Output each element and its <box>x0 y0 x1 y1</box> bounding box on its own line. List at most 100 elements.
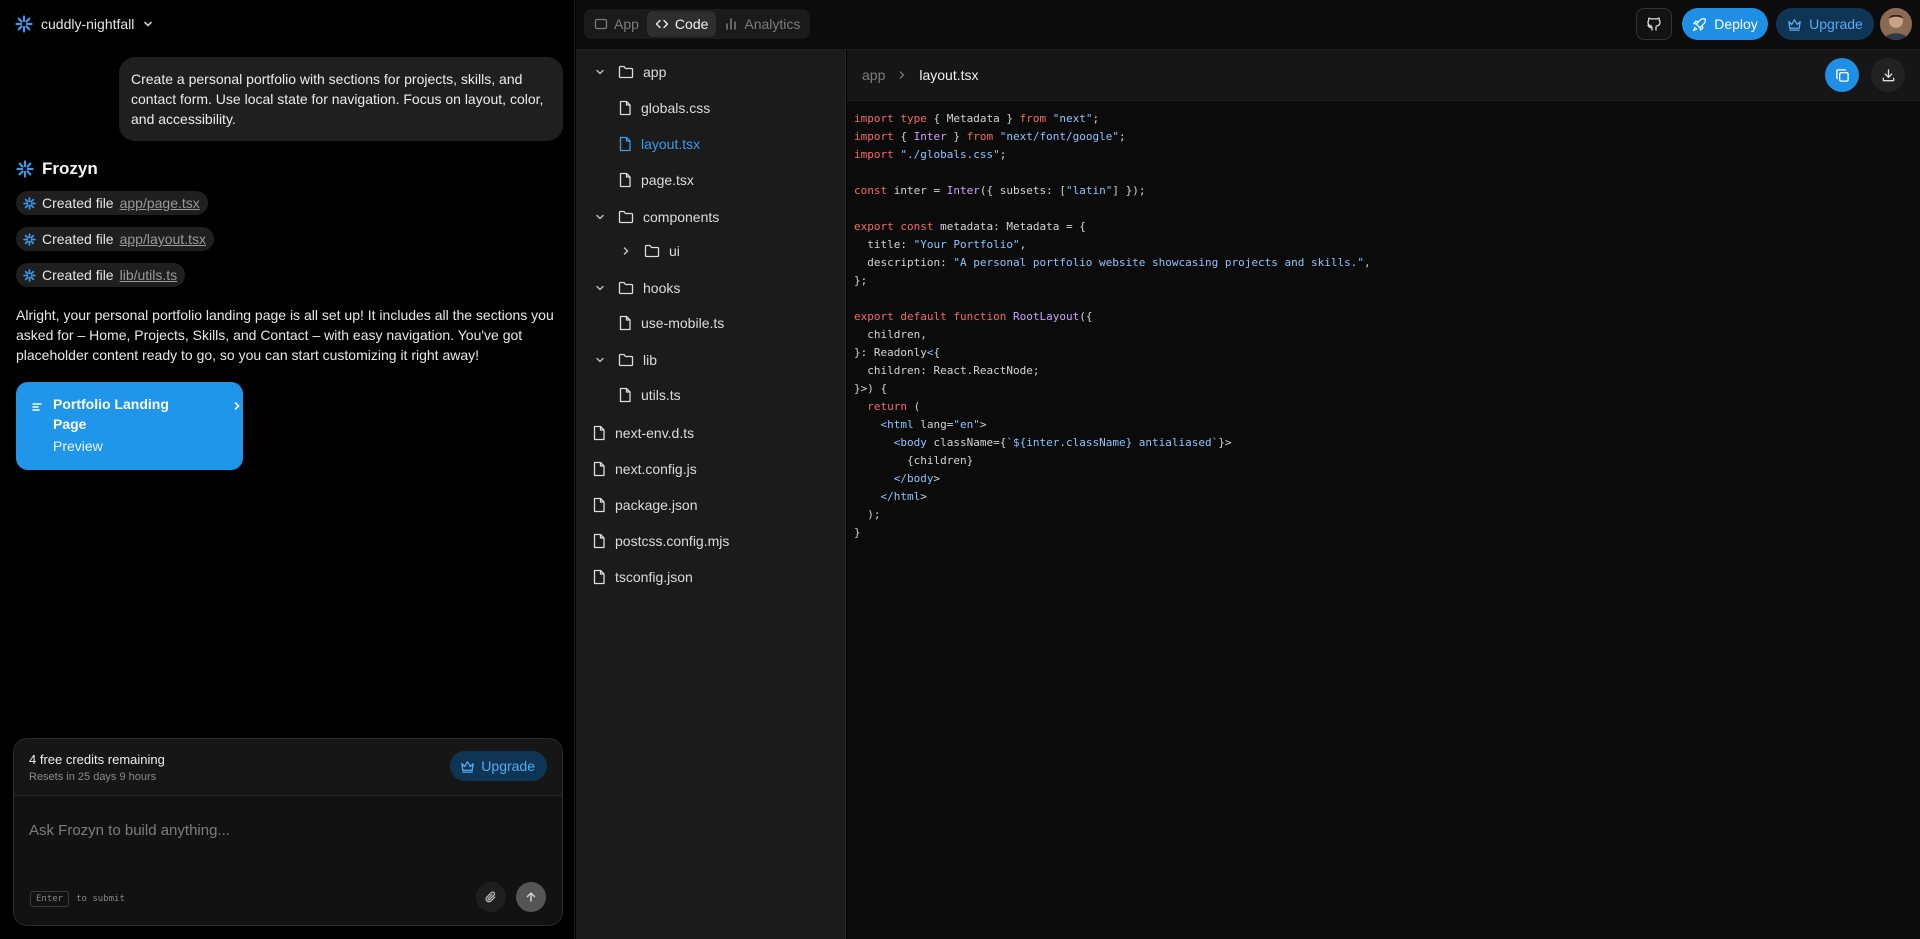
upgrade-button[interactable]: Upgrade <box>1776 8 1874 40</box>
code-line: </body> <box>854 470 1371 488</box>
tree-label: ui <box>669 243 680 259</box>
github-icon <box>1646 16 1662 32</box>
chevron-right-icon <box>231 400 243 412</box>
tree-folder-lib[interactable]: lib <box>592 348 657 372</box>
file-icon <box>592 533 606 549</box>
editor-header: app layout.tsx <box>847 50 1920 101</box>
file-icon <box>592 569 606 585</box>
download-icon <box>1881 68 1896 83</box>
file-action-label: Created file <box>42 231 114 247</box>
tab-code[interactable]: Code <box>647 11 716 37</box>
code-line <box>854 290 1371 308</box>
send-button[interactable] <box>516 882 546 912</box>
deploy-button[interactable]: Deploy <box>1682 8 1768 40</box>
tree-file-page-tsx[interactable]: page.tsx <box>618 168 694 192</box>
tree-folder-ui[interactable]: ui <box>618 239 680 263</box>
chevron-down-icon <box>592 354 608 366</box>
tree-file-postcss-config[interactable]: postcss.config.mjs <box>592 529 729 553</box>
tab-app-label: App <box>614 16 639 32</box>
code-line: }>) { <box>854 380 1371 398</box>
file-icon <box>618 100 632 116</box>
code-content[interactable]: import type { Metadata } from "next";imp… <box>854 110 1371 542</box>
breadcrumb-file: layout.tsx <box>919 67 978 83</box>
file-icon <box>618 315 632 331</box>
code-brackets-icon <box>655 17 669 31</box>
file-tree: app globals.css layout.tsx page.tsx comp… <box>576 50 846 939</box>
file-link[interactable]: app/layout.tsx <box>120 231 206 247</box>
tab-analytics-label: Analytics <box>744 16 800 32</box>
code-line: title: "Your Portfolio", <box>854 236 1371 254</box>
code-line: import type { Metadata } from "next"; <box>854 110 1371 128</box>
chevron-right-icon <box>618 245 634 257</box>
code-line: export default function RootLayout({ <box>854 308 1371 326</box>
window-icon <box>594 17 608 31</box>
github-button[interactable] <box>1636 8 1672 40</box>
breadcrumb-dir[interactable]: app <box>862 67 885 83</box>
tree-file-globals-css[interactable]: globals.css <box>618 96 710 120</box>
code-line: children, <box>854 326 1371 344</box>
code-line: description: "A personal portfolio websi… <box>854 254 1371 272</box>
crown-icon <box>1787 17 1802 32</box>
bar-chart-icon <box>724 17 738 31</box>
prompt-input[interactable] <box>29 818 544 842</box>
upgrade-credits-button[interactable]: Upgrade <box>450 751 547 781</box>
chevron-right-icon <box>897 70 907 80</box>
tree-label: tsconfig.json <box>615 569 693 585</box>
assistant-header: Frozyn <box>16 159 98 179</box>
file-icon <box>592 461 606 477</box>
code-line <box>854 200 1371 218</box>
tab-analytics[interactable]: Analytics <box>716 11 808 37</box>
code-line: ); <box>854 506 1371 524</box>
download-button[interactable] <box>1871 58 1905 92</box>
file-link[interactable]: app/page.tsx <box>120 195 200 211</box>
submit-hint: Enter to submit <box>30 891 125 907</box>
tree-label: use-mobile.ts <box>641 315 724 331</box>
code-line: const inter = Inter({ subsets: ["latin"]… <box>854 182 1371 200</box>
tree-label: page.tsx <box>641 172 694 188</box>
file-action-label: Created file <box>42 267 114 283</box>
enter-key: Enter <box>30 891 69 907</box>
tree-file-utils-ts[interactable]: utils.ts <box>618 383 681 407</box>
file-icon <box>618 136 632 152</box>
chat-panel: cuddly-nightfall Create a personal portf… <box>0 0 575 939</box>
tree-file-use-mobile-ts[interactable]: use-mobile.ts <box>618 311 724 335</box>
file-icon <box>592 425 606 441</box>
arrow-up-icon <box>525 891 537 903</box>
tree-file-next-config[interactable]: next.config.js <box>592 457 697 481</box>
code-line: }: Readonly<{ <box>854 344 1371 362</box>
artifact-card[interactable]: Portfolio Landing Page Preview <box>16 382 243 470</box>
deploy-label: Deploy <box>1714 16 1758 32</box>
prompt-composer: 4 free credits remaining Resets in 25 da… <box>13 738 563 926</box>
tree-folder-hooks[interactable]: hooks <box>592 276 680 300</box>
file-action-label: Created file <box>42 195 114 211</box>
credits-banner: 4 free credits remaining Resets in 25 da… <box>14 739 562 796</box>
folder-icon <box>644 244 660 258</box>
tab-app[interactable]: App <box>586 11 647 37</box>
top-bar: App Code Analytics Deploy Upgrade <box>576 0 1920 50</box>
assistant-reply: Alright, your personal portfolio landing… <box>16 305 561 365</box>
avatar[interactable] <box>1880 8 1912 40</box>
tree-folder-app[interactable]: app <box>592 60 666 84</box>
attach-button[interactable] <box>476 882 506 912</box>
upgrade-label: Upgrade <box>1809 16 1863 32</box>
code-line: <body className={`${inter.className} ant… <box>854 434 1371 452</box>
file-link[interactable]: lib/utils.ts <box>120 267 178 283</box>
tree-label: hooks <box>643 280 680 296</box>
code-editor: app layout.tsx import type { Metadata } … <box>847 50 1920 939</box>
tree-label: utils.ts <box>641 387 681 403</box>
code-line <box>854 164 1371 182</box>
copy-button[interactable] <box>1825 58 1859 92</box>
tree-file-tsconfig[interactable]: tsconfig.json <box>592 565 693 589</box>
code-line: import { Inter } from "next/font/google"… <box>854 128 1371 146</box>
file-icon <box>618 387 632 403</box>
tree-file-package-json[interactable]: package.json <box>592 493 698 517</box>
tree-label: components <box>643 209 719 225</box>
file-icon <box>618 172 632 188</box>
file-icon <box>592 497 606 513</box>
tree-file-layout-tsx[interactable]: layout.tsx <box>618 132 700 156</box>
tree-file-next-env[interactable]: next-env.d.ts <box>592 421 694 445</box>
tree-folder-components[interactable]: components <box>592 205 719 229</box>
project-switcher[interactable]: cuddly-nightfall <box>15 13 154 35</box>
chevron-down-icon <box>592 282 608 294</box>
project-name: cuddly-nightfall <box>41 16 134 32</box>
